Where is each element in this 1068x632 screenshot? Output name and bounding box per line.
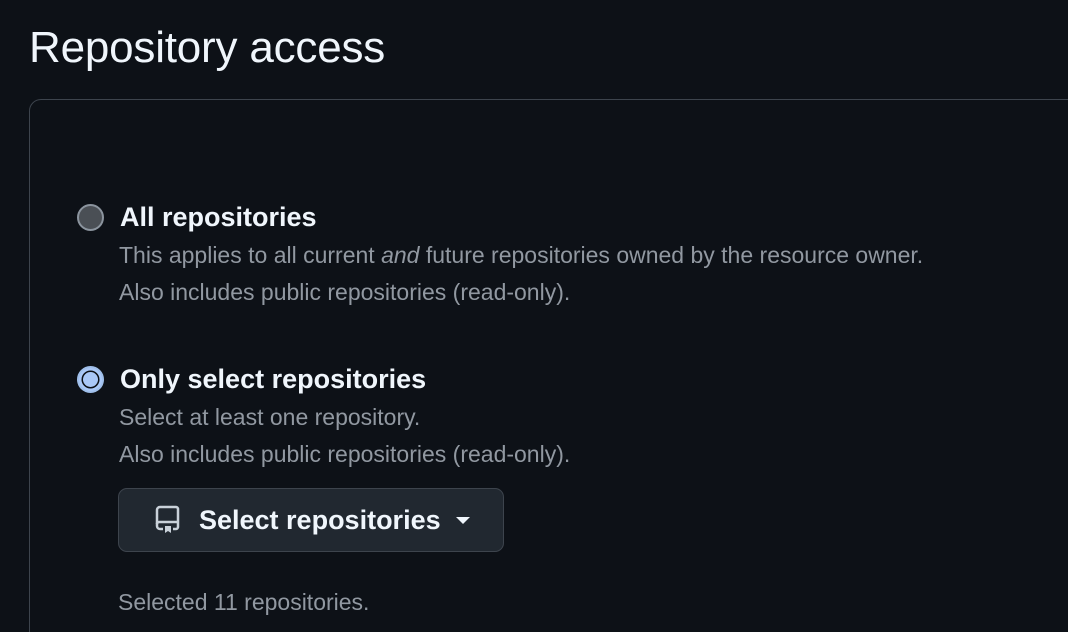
only-select-repositories-public-note: Also includes public repositories (read-… bbox=[119, 441, 571, 467]
only-select-repositories-label[interactable]: Only select repositories bbox=[120, 360, 426, 398]
repository-access-page: Repository access All repositories This … bbox=[0, 0, 1068, 632]
all-repositories-label[interactable]: All repositories bbox=[120, 198, 317, 236]
select-repositories-button[interactable]: Select repositories bbox=[118, 488, 504, 552]
all-repositories-radio[interactable] bbox=[77, 204, 104, 231]
caret-down-icon bbox=[456, 517, 470, 524]
all-repositories-description: This applies to all current and future r… bbox=[119, 240, 923, 270]
section-title: Repository access bbox=[29, 23, 386, 72]
description-emphasis: and bbox=[381, 242, 420, 268]
description-text: future repositories owned by the resourc… bbox=[419, 242, 924, 268]
description-text: This applies to all current bbox=[119, 242, 382, 268]
selected-repositories-count: Selected 11 repositories. bbox=[118, 589, 370, 615]
all-repositories-public-note: Also includes public repositories (read-… bbox=[119, 279, 571, 305]
only-select-repositories-radio[interactable] bbox=[77, 366, 104, 393]
repo-icon bbox=[155, 505, 180, 533]
only-select-repositories-description: Select at least one repository. bbox=[119, 404, 421, 430]
select-repositories-label: Select repositories bbox=[199, 505, 441, 535]
